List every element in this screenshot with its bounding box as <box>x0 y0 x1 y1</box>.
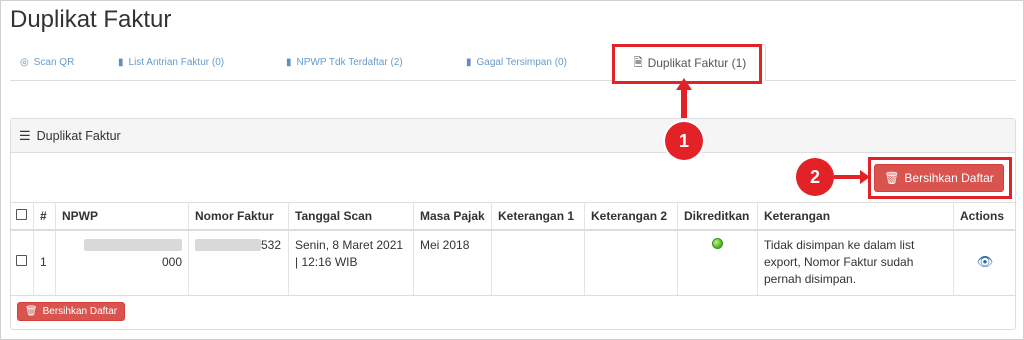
column-header: Actions <box>953 202 1016 231</box>
panel-title: Duplikat Faktur <box>36 128 121 143</box>
button-label: Bersihkan Daftar <box>42 306 118 317</box>
list-icon: ☰ <box>19 127 31 143</box>
qr-icon: ◎ <box>20 57 29 68</box>
select-all-checkbox[interactable] <box>16 208 27 220</box>
redacted-nomor-faktur <box>195 239 261 252</box>
tab-label: Duplikat Faktur (1) <box>647 56 747 70</box>
column-header: Keterangan 1 <box>491 202 585 231</box>
column-header: Nomor Faktur <box>188 202 289 231</box>
tab-gagal-tersimpan[interactable]: ▮ Gagal Tersimpan (0) <box>466 44 567 81</box>
actions-cell: 👁 <box>953 229 1016 296</box>
tab-label: List Antrian Faktur (0) <box>128 57 225 68</box>
npwp-suffix: 000 <box>161 254 182 269</box>
step-marker-2: 2 <box>796 158 834 196</box>
tab-npwp-tdk-terdaftar[interactable]: ▮ NPWP Tdk Terdaftar (2) <box>286 44 403 81</box>
tab-bar: ◎ Scan QR ▮ List Antrian Faktur (0) ▮ NP… <box>10 44 1016 82</box>
nomor-faktur-suffix: 532 <box>261 237 282 252</box>
nomor-faktur-cell: 532 <box>188 229 289 296</box>
column-header: Dikreditkan <box>677 202 758 231</box>
bersihkan-daftar-button-top[interactable]: 🗑 Bersihkan Daftar <box>874 164 1004 192</box>
row-select-cell[interactable] <box>10 229 34 296</box>
npwp-cell: 000 <box>55 229 189 296</box>
column-header: Masa Pajak <box>413 202 492 231</box>
file-icon: ▮ <box>466 57 472 68</box>
column-header: Keterangan 2 <box>584 202 678 231</box>
select-all-header[interactable] <box>10 202 34 231</box>
duplikat-table: # NPWP Nomor Faktur Tanggal Scan Masa Pa… <box>10 202 1016 296</box>
keterangan-cell: Tidak disimpan ke dalam list export, Nom… <box>757 229 954 296</box>
bersihkan-daftar-button-bottom[interactable]: 🗑 Bersihkan Daftar <box>17 302 125 321</box>
step-marker-1: 1 <box>665 122 703 160</box>
file-icon: ▮ <box>286 57 292 68</box>
table-header-row: # NPWP Nomor Faktur Tanggal Scan Masa Pa… <box>10 202 1016 231</box>
page-title: Duplikat Faktur <box>10 6 172 33</box>
trash-icon: 🗑 <box>884 171 900 185</box>
arrow-right-icon <box>860 170 870 184</box>
tab-duplikat-faktur[interactable]: 🗎 Duplikat Faktur (1) <box>614 44 766 82</box>
button-label: Bersihkan Daftar <box>904 171 994 185</box>
row-checkbox[interactable] <box>16 254 27 266</box>
arrow-right-shaft <box>834 175 862 179</box>
tab-label: NPWP Tdk Terdaftar (2) <box>296 57 403 68</box>
column-header: Keterangan <box>757 202 954 231</box>
tab-list-antrian-faktur[interactable]: ▮ List Antrian Faktur (0) <box>118 44 224 81</box>
panel-heading: ☰ Duplikat Faktur <box>11 119 1015 153</box>
tab-label: Gagal Tersimpan (0) <box>476 57 567 68</box>
green-dot-icon <box>712 237 723 249</box>
file-search-icon: 🗎 <box>633 56 643 69</box>
tab-scan-qr[interactable]: ◎ Scan QR <box>20 44 74 81</box>
keterangan2-cell <box>584 229 678 296</box>
dikreditkan-cell <box>677 229 758 296</box>
file-icon: ▮ <box>118 57 124 68</box>
table-row: 1 000 532 Senin, 8 Maret 2021 | 12:16 WI… <box>10 229 1016 296</box>
eye-icon[interactable]: 👁 <box>977 254 994 269</box>
masa-pajak-cell: Mei 2018 <box>413 229 492 296</box>
column-header: Tanggal Scan <box>288 202 414 231</box>
trash-icon: 🗑 <box>24 306 38 317</box>
redacted-npwp <box>84 239 182 252</box>
row-number: 1 <box>33 229 56 296</box>
keterangan1-cell <box>491 229 585 296</box>
tanggal-scan-cell: Senin, 8 Maret 2021 | 12:16 WIB <box>288 229 414 296</box>
tab-label: Scan QR <box>33 57 75 68</box>
column-header: # <box>33 202 56 231</box>
column-header: NPWP <box>55 202 189 231</box>
